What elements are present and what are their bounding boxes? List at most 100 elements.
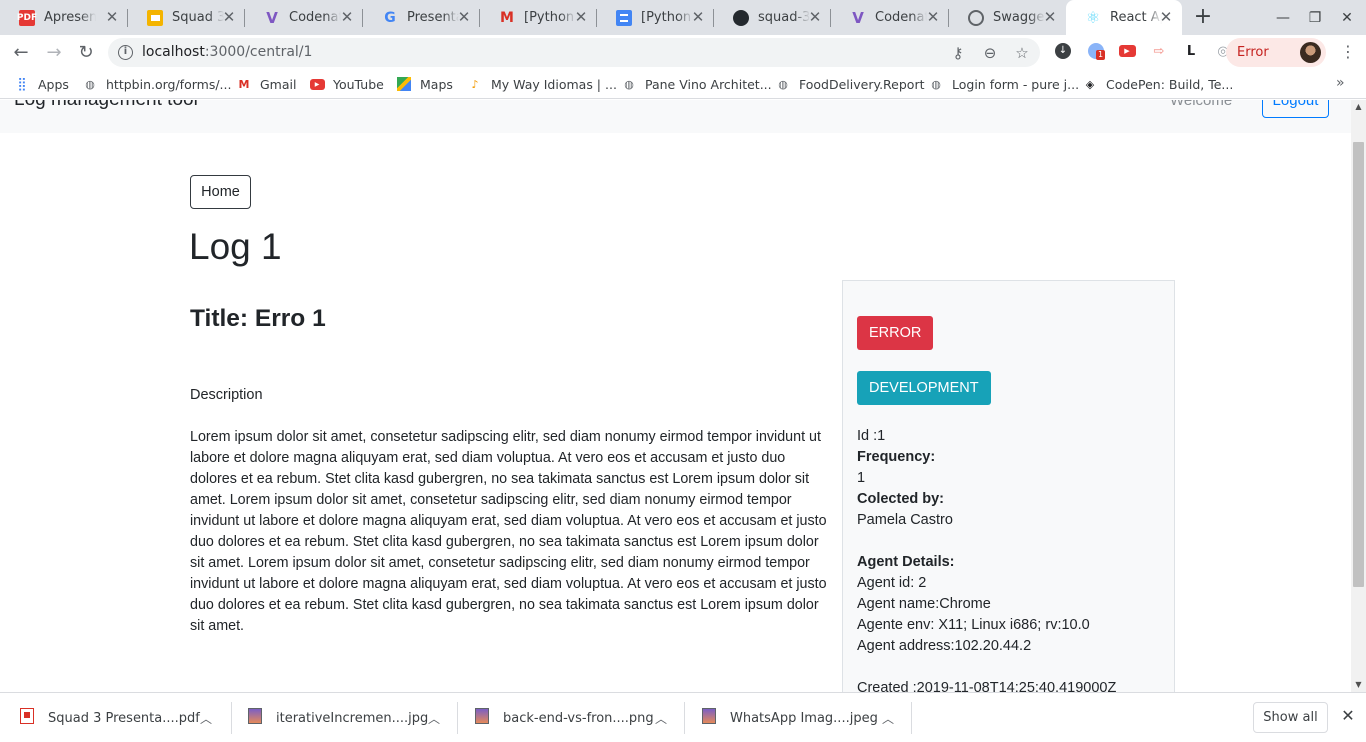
agent-id: Agent id: 2: [857, 575, 927, 591]
download-filename: back-end-vs-fron....png: [503, 711, 654, 726]
bookmark-youtube[interactable]: ▶ YouTube: [309, 75, 384, 93]
download-item[interactable]: iterativeIncremen....jpg ︿: [228, 693, 458, 742]
key-icon[interactable]: ⚷: [948, 43, 968, 63]
close-icon[interactable]: ✕: [1158, 9, 1174, 25]
scroll-thumb[interactable]: [1353, 142, 1364, 587]
image-file-icon: [475, 708, 489, 724]
profile-button[interactable]: Error: [1226, 38, 1326, 67]
close-icon[interactable]: ✕: [1339, 707, 1357, 725]
chevron-up-icon[interactable]: ︿: [428, 710, 440, 727]
gmail-icon: M: [500, 9, 514, 26]
new-tab-button[interactable]: +: [1192, 6, 1214, 28]
tab-7[interactable]: V Codenation ✕: [831, 0, 949, 35]
close-icon[interactable]: ✕: [339, 9, 355, 25]
close-icon[interactable]: ✕: [1042, 9, 1058, 25]
cast-ext-icon[interactable]: ⇨: [1149, 41, 1169, 61]
tab-9-active[interactable]: ⚛ React App ✕: [1066, 0, 1182, 35]
more-menu-icon[interactable]: ⋮: [1338, 42, 1358, 62]
download-filename: Squad 3 Presenta....pdf: [48, 711, 200, 726]
bookmark-label: FoodDelivery.Report: [799, 76, 925, 92]
bookmark-myway[interactable]: ♪ My Way Idiomas | ...: [467, 75, 616, 93]
created-at: Created :2019-11-08T14:25:40.419000Z: [857, 680, 1117, 692]
logout-button[interactable]: Logout: [1262, 100, 1329, 118]
bookmark-label: Pane Vino Architet...: [645, 76, 772, 92]
globe-icon: ◍: [85, 77, 95, 91]
info-icon[interactable]: i: [118, 45, 133, 60]
myway-icon: ♪: [471, 77, 479, 91]
download-item[interactable]: back-end-vs-fron....png ︿: [455, 693, 685, 742]
frequency-value: 1: [857, 470, 866, 486]
maps-icon: [396, 76, 412, 92]
bookmark-label: httpbin.org/forms/...: [106, 76, 232, 92]
close-icon[interactable]: ✕: [690, 9, 706, 25]
download-item[interactable]: Squad 3 Presenta....pdf ︿: [0, 693, 232, 742]
page-viewport: Log management tool Welcome Logout Home …: [0, 100, 1351, 692]
bookmark-label: Gmail: [260, 76, 297, 92]
bookmark-httpbin[interactable]: ◍ httpbin.org/forms/...: [82, 75, 231, 93]
bookmark-apps[interactable]: ⣿ Apps: [14, 75, 69, 93]
forward-arrow-icon[interactable]: →: [42, 40, 66, 64]
close-icon[interactable]: ✕: [925, 9, 941, 25]
bookmark-loginform[interactable]: ◍ Login form - pure j...: [928, 75, 1079, 93]
address-bar[interactable]: i localhost:3000/central/1 ⚷ ⊖ ☆: [108, 38, 1040, 67]
tab-3[interactable]: G Presentation ✕: [363, 0, 480, 35]
page-scrollbar[interactable]: ▲ ▼: [1351, 100, 1366, 692]
close-icon[interactable]: ✕: [221, 9, 237, 25]
bookmark-codepen[interactable]: ◈ CodePen: Build, Te...: [1082, 75, 1234, 93]
translate-ext-icon[interactable]: 1: [1086, 41, 1106, 61]
tab-0[interactable]: PDF Apresentação ✕: [0, 0, 128, 35]
tab-6[interactable]: squad-3-a ✕: [714, 0, 831, 35]
close-icon[interactable]: ✕: [456, 9, 472, 25]
docs-icon: [616, 9, 632, 26]
bookmark-panevino[interactable]: ◍ Pane Vino Architet...: [621, 75, 772, 93]
collected-by-value: Pamela Castro: [857, 512, 953, 528]
browser-toolbar: ← → ↻ i localhost:3000/central/1 ⚷ ⊖ ☆ ↓…: [0, 35, 1366, 69]
scroll-up-icon[interactable]: ▲: [1351, 102, 1366, 112]
scroll-down-icon[interactable]: ▼: [1351, 680, 1366, 690]
bookmark-gmail[interactable]: M Gmail: [236, 75, 297, 93]
tab-title: squad-3-a: [758, 10, 810, 25]
gmail-icon: M: [238, 77, 250, 91]
close-icon[interactable]: ✕: [104, 9, 120, 25]
tab-title: Codenation: [289, 10, 341, 25]
tab-title: Codenation: [875, 10, 927, 25]
url-text[interactable]: localhost:3000/central/1: [142, 44, 312, 60]
reload-icon[interactable]: ↻: [74, 40, 98, 64]
frequency-label: Frequency:: [857, 449, 936, 465]
restore-icon[interactable]: ❐: [1298, 0, 1332, 35]
youtube-ext-icon[interactable]: ▶: [1117, 41, 1137, 61]
close-icon[interactable]: ✕: [807, 9, 823, 25]
log-meta: Id :1 Frequency: 1 Colected by: Pamela C…: [857, 426, 1116, 692]
bookmarks-overflow-icon[interactable]: »: [1336, 75, 1345, 91]
close-icon[interactable]: ✕: [573, 9, 589, 25]
bookmark-maps[interactable]: Maps: [396, 75, 453, 93]
environment-badge: DEVELOPMENT: [857, 371, 991, 405]
zoom-icon[interactable]: ⊖: [980, 43, 1000, 63]
download-ext-icon[interactable]: ↓: [1053, 41, 1073, 61]
window-close-icon[interactable]: ✕: [1330, 0, 1364, 35]
url-host: localhost: [142, 44, 205, 60]
apps-grid-icon: ⣿: [17, 76, 27, 92]
tab-4[interactable]: M [Python] S ✕: [480, 0, 597, 35]
tab-5[interactable]: [Python] S ✕: [597, 0, 714, 35]
minimize-icon[interactable]: —: [1266, 0, 1300, 35]
tab-2[interactable]: V Codenation ✕: [245, 0, 363, 35]
star-icon[interactable]: ☆: [1012, 43, 1032, 63]
url-path: :3000/central/1: [204, 44, 313, 60]
codepen-icon: ◈: [1085, 77, 1095, 91]
home-button[interactable]: Home: [190, 175, 251, 209]
log-title: Title: Erro 1: [190, 305, 326, 332]
brand-title[interactable]: Log management tool: [14, 100, 198, 111]
chevron-up-icon[interactable]: ︿: [200, 710, 212, 727]
show-all-downloads-button[interactable]: Show all: [1253, 702, 1328, 733]
tab-8[interactable]: Swagger U ✕: [949, 0, 1066, 35]
tab-1[interactable]: Squad 3 P ✕: [128, 0, 245, 35]
l-ext-icon[interactable]: L: [1181, 41, 1201, 61]
chevron-up-icon[interactable]: ︿: [655, 710, 667, 727]
back-arrow-icon[interactable]: ←: [9, 40, 33, 64]
chevron-up-icon[interactable]: ︿: [882, 710, 894, 727]
globe-icon: ◍: [624, 77, 634, 91]
download-item[interactable]: WhatsApp Imag....jpeg ︿: [682, 693, 912, 742]
bookmark-fooddelivery[interactable]: ◍ FoodDelivery.Report: [775, 75, 925, 93]
